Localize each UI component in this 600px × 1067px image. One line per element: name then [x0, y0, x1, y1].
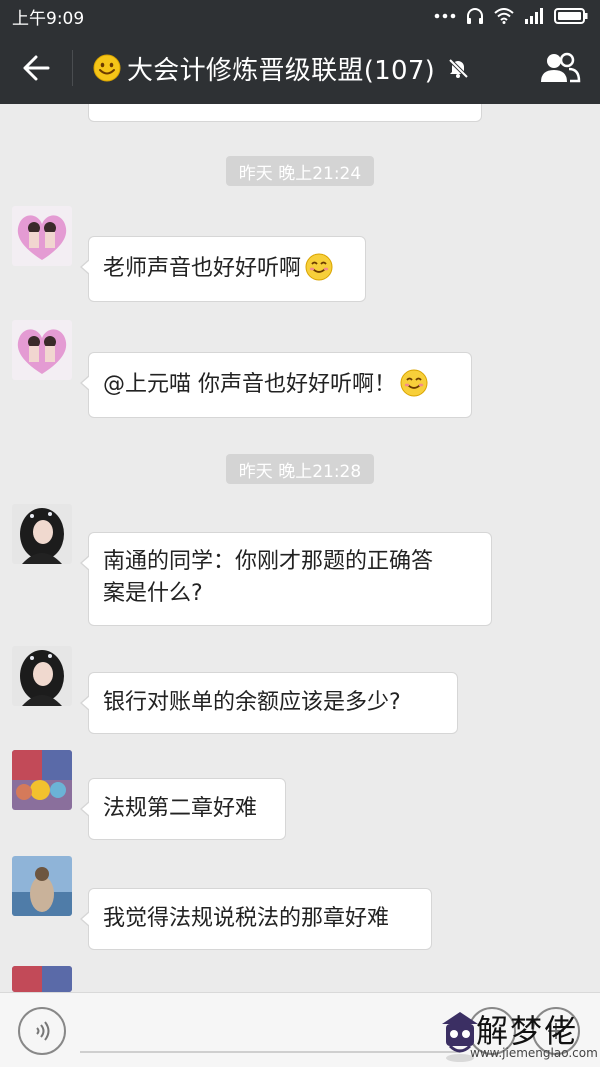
avatar[interactable]: [12, 320, 72, 380]
smile-emoji-icon: [400, 369, 428, 397]
message-text-line2: 案是什么?: [103, 581, 203, 606]
message-text: 银行对账单的余额应该是多少?: [103, 690, 401, 715]
avatar[interactable]: [12, 750, 72, 810]
back-arrow-icon: [23, 55, 50, 81]
signal-icon: [525, 8, 543, 24]
avatar[interactable]: [12, 504, 72, 564]
timestamp-badge: 昨天 晚上21:24: [226, 156, 374, 186]
message-bubble[interactable]: 银行对账单的余额应该是多少?: [80, 672, 458, 734]
mute-bell-icon: [448, 58, 469, 79]
message-bubble[interactable]: 南通的同学：你刚才那题的正确答 案是什么?: [80, 532, 492, 626]
message-text: 法规第二章好难: [103, 796, 258, 821]
message-bubble-partial: [88, 104, 482, 122]
smiley-icon: [93, 54, 121, 82]
message-text: 老师声音也好好听啊: [103, 256, 302, 281]
message-input[interactable]: [80, 1051, 460, 1053]
members-button[interactable]: [520, 32, 600, 104]
heart-avatar-icon: [12, 320, 72, 380]
avatar[interactable]: [12, 856, 72, 916]
message-bubble[interactable]: 法规第二章好难: [80, 778, 286, 840]
message-bubble[interactable]: 我觉得法规说税法的那章好难: [80, 888, 432, 950]
watermark-url: www.jiemenglao.com: [470, 1046, 598, 1060]
page-title: 大会计修炼晋级联盟(107): [127, 55, 436, 86]
smile-emoji-icon: [305, 253, 333, 281]
avatar[interactable]: [12, 646, 72, 706]
status-bar: 上午9:09: [0, 0, 600, 32]
message-text: 我觉得法规说税法的那章好难: [103, 906, 390, 931]
voice-icon: [36, 1021, 50, 1041]
avatar[interactable]: [12, 206, 72, 266]
dots-icon: [434, 13, 456, 19]
voice-button[interactable]: [18, 1007, 66, 1055]
title-area: 大会计修炼晋级联盟(107): [73, 50, 520, 87]
status-time: 上午9:09: [12, 8, 85, 29]
heart-avatar-icon: [12, 206, 72, 266]
girl-avatar-icon: [12, 646, 72, 706]
message-bubble[interactable]: 老师声音也好好听啊: [80, 236, 366, 302]
group-photo-avatar-icon: [12, 966, 72, 992]
wifi-icon: [494, 8, 514, 24]
back-button[interactable]: [0, 32, 72, 104]
battery-icon: [554, 8, 588, 24]
girl-avatar-icon: [12, 504, 72, 564]
message-text: @上元喵 你声音也好好听啊！: [103, 372, 396, 397]
landscape-avatar-icon: [12, 856, 72, 916]
group-photo-avatar-icon: [12, 750, 72, 810]
headset-icon: [467, 8, 483, 24]
chat-header: 大会计修炼晋级联盟(107): [0, 32, 600, 104]
message-bubble[interactable]: @上元喵 你声音也好好听啊！: [80, 352, 472, 418]
status-icons: [434, 7, 588, 25]
timestamp-badge: 昨天 晚上21:28: [226, 454, 374, 484]
avatar-partial[interactable]: [12, 966, 72, 992]
members-icon: [541, 52, 581, 83]
chat-area[interactable]: 昨天 晚上21:24 老师声音也好好听啊 @上元喵 你声音也好好听啊！ 昨天 晚…: [0, 104, 600, 992]
message-text: 南通的同学：你刚才那题的正确答: [103, 549, 434, 574]
